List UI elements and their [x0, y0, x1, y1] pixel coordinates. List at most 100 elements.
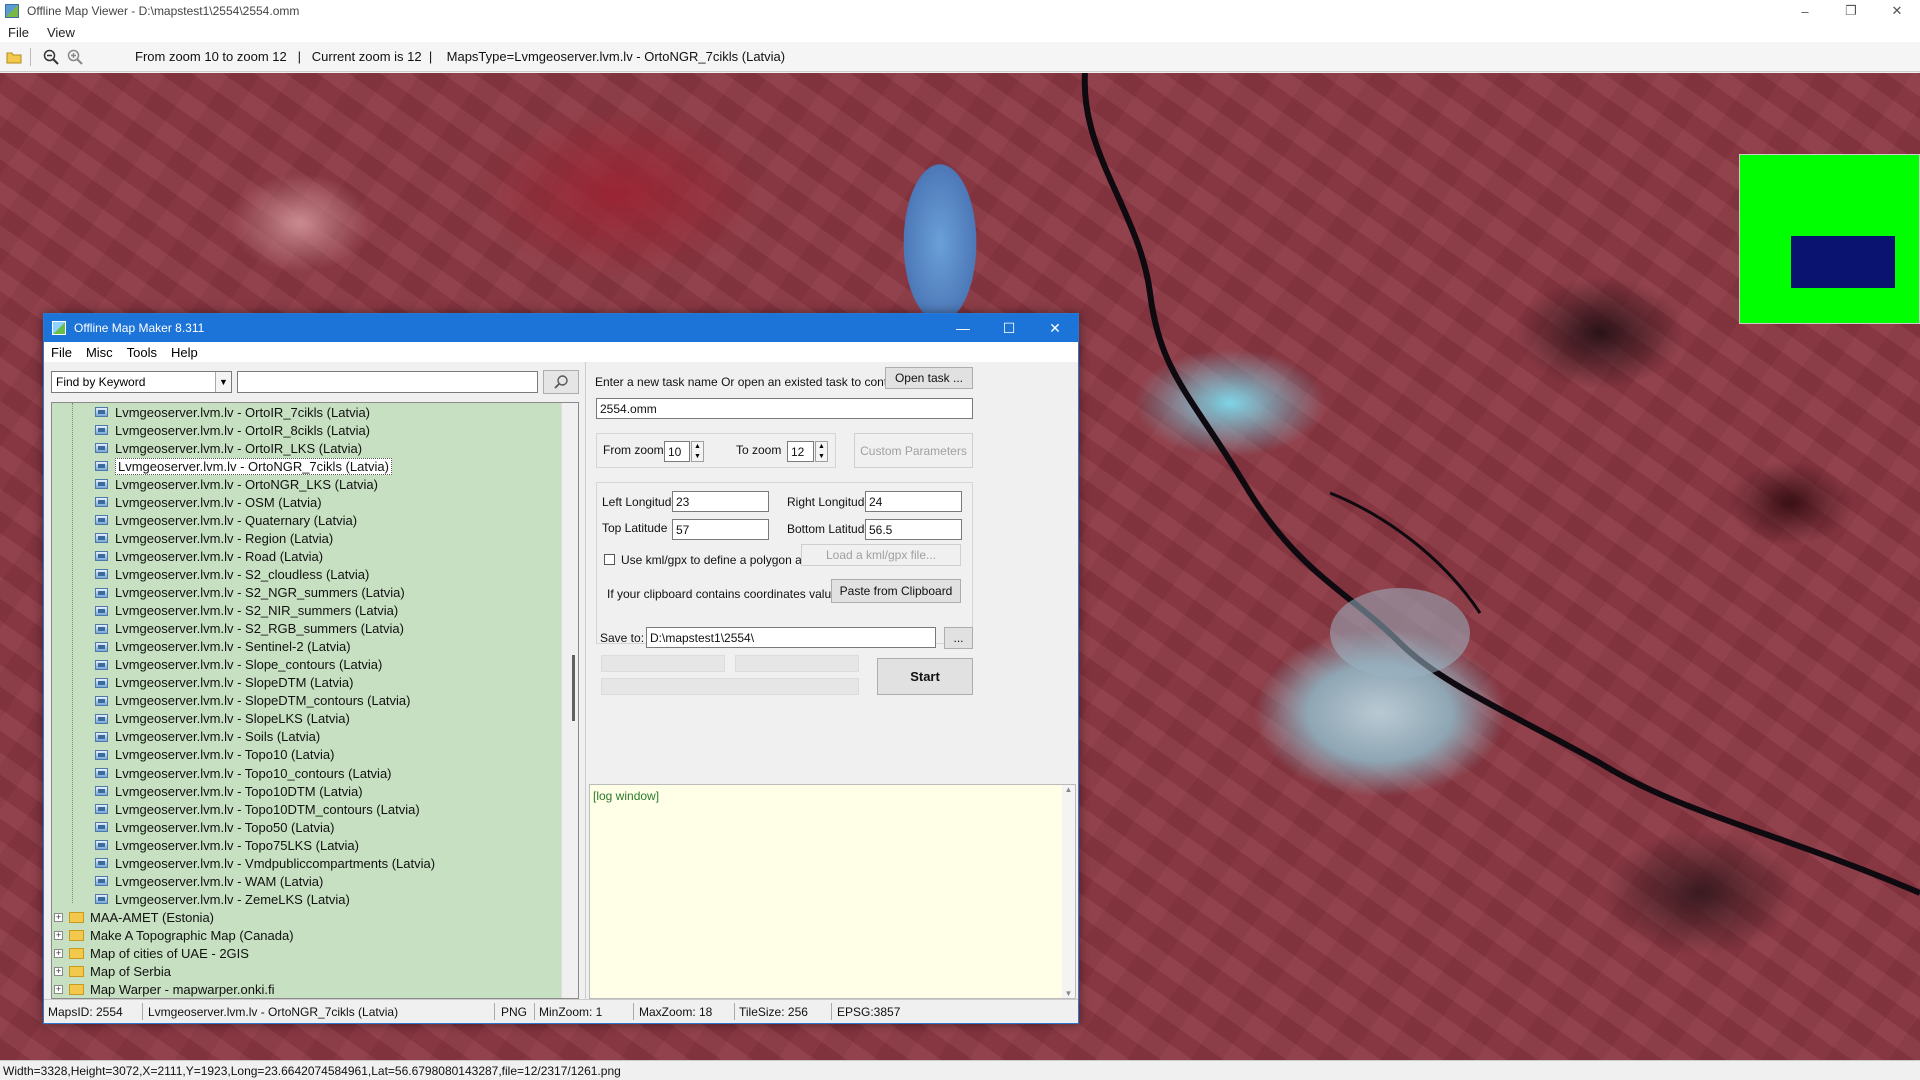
expand-icon[interactable]: +: [54, 912, 63, 922]
tree-item-map-source[interactable]: Lvmgeoserver.lvm.lv - Quaternary (Latvia…: [95, 511, 357, 529]
map-layer-icon: [95, 840, 108, 851]
tree-item-map-source[interactable]: Lvmgeoserver.lvm.lv - S2_NIR_summers (La…: [95, 602, 398, 620]
search-button[interactable]: [543, 370, 579, 394]
tree-item-map-source[interactable]: Lvmgeoserver.lvm.lv - Region (Latvia): [95, 529, 333, 547]
open-folder-icon[interactable]: [4, 47, 24, 67]
top-latitude-input[interactable]: 57: [672, 519, 769, 540]
tree-item-map-source[interactable]: Lvmgeoserver.lvm.lv - OSM (Latvia): [95, 493, 322, 511]
menu-file[interactable]: File: [8, 25, 29, 40]
task-name-input[interactable]: 2554.omm: [596, 398, 973, 419]
expand-icon[interactable]: +: [54, 985, 63, 995]
tree-item-map-source[interactable]: Lvmgeoserver.lvm.lv - OrtoNGR_LKS (Latvi…: [95, 475, 378, 493]
tree-item-map-source[interactable]: Lvmgeoserver.lvm.lv - Topo10DTM (Latvia): [95, 782, 363, 800]
minimap[interactable]: [1739, 154, 1920, 324]
dialog-minimize-button[interactable]: —: [940, 314, 986, 342]
map-layer-icon: [95, 425, 108, 436]
tree-item-map-source[interactable]: Lvmgeoserver.lvm.lv - SlopeDTM_contours …: [95, 692, 411, 710]
tree-item-map-source[interactable]: Lvmgeoserver.lvm.lv - SlopeDTM (Latvia): [95, 674, 353, 692]
minimap-viewport[interactable]: [1791, 236, 1895, 288]
tree-item-map-source[interactable]: Lvmgeoserver.lvm.lv - SlopeLKS (Latvia): [95, 710, 350, 728]
search-icon: [554, 375, 568, 389]
dialog-menu-misc[interactable]: Misc: [86, 345, 113, 360]
save-to-input[interactable]: D:\mapstest1\2554\: [646, 627, 936, 648]
dialog-menu-help[interactable]: Help: [171, 345, 198, 360]
from-zoom-input[interactable]: 10: [664, 441, 690, 462]
status-maps-id: MapsID: 2554: [48, 1005, 123, 1019]
browse-button[interactable]: ...: [944, 627, 973, 649]
tree-item-map-source[interactable]: Lvmgeoserver.lvm.lv - Topo10_contours (L…: [95, 764, 392, 782]
keyword-search-input[interactable]: [237, 371, 538, 393]
zoom-in-icon[interactable]: [65, 47, 85, 67]
tree-item-map-source[interactable]: Lvmgeoserver.lvm.lv - Road (Latvia): [95, 547, 323, 565]
tree-item-map-source[interactable]: Lvmgeoserver.lvm.lv - Vmdpubliccompartme…: [95, 854, 435, 872]
map-layer-icon: [95, 461, 108, 472]
custom-parameters-button[interactable]: Custom Parameters: [854, 433, 973, 468]
log-window[interactable]: [log window] ▲ ▼: [589, 784, 1076, 999]
tree-item-map-source[interactable]: Lvmgeoserver.lvm.lv - Topo10 (Latvia): [95, 746, 334, 764]
expand-icon[interactable]: +: [54, 967, 63, 977]
to-zoom-stepper[interactable]: ▲ ▼: [815, 441, 828, 462]
tree-item-map-source[interactable]: Lvmgeoserver.lvm.lv - S2_NGR_summers (La…: [95, 584, 405, 602]
left-longitude-input[interactable]: 23: [672, 491, 769, 512]
tree-item-map-source[interactable]: Lvmgeoserver.lvm.lv - Slope_contours (La…: [95, 656, 382, 674]
tree-item-map-source[interactable]: Lvmgeoserver.lvm.lv - Topo75LKS (Latvia): [95, 836, 359, 854]
tree-folder[interactable]: + Map Warper - mapwarper.onki.fi: [54, 981, 274, 998]
find-mode-select[interactable]: Find by Keyword ▼: [51, 371, 232, 393]
map-layer-icon: [95, 479, 108, 490]
dialog-maximize-button[interactable]: ☐: [986, 314, 1032, 342]
kml-checkbox[interactable]: [604, 554, 615, 565]
expand-icon[interactable]: +: [54, 930, 63, 940]
folder-icon: [69, 984, 84, 996]
tree-item-label: Lvmgeoserver.lvm.lv - Topo75LKS (Latvia): [115, 837, 359, 853]
dialog-menu-file[interactable]: File: [51, 345, 72, 360]
dialog-menubar: File Misc Tools Help: [44, 342, 1078, 362]
zoom-out-icon[interactable]: [41, 47, 61, 67]
tree-folder[interactable]: + Map of cities of UAE - 2GIS: [54, 945, 249, 963]
map-layer-icon: [95, 876, 108, 887]
tree-item-label: Lvmgeoserver.lvm.lv - Sentinel-2 (Latvia…: [115, 639, 351, 655]
folder-icon: [69, 911, 84, 923]
map-maker-dialog: Offline Map Maker 8.311 — ☐ ✕ File Misc …: [43, 313, 1079, 1024]
dialog-menu-tools[interactable]: Tools: [127, 345, 157, 360]
right-longitude-input[interactable]: 24: [865, 491, 962, 512]
chevron-down-icon[interactable]: ▼: [215, 372, 231, 392]
tree-folder-label: Make A Topographic Map (Canada): [90, 927, 294, 943]
tree-item-map-source[interactable]: Lvmgeoserver.lvm.lv - OrtoNGR_7cikls (La…: [95, 457, 392, 475]
open-task-button[interactable]: Open task ...: [885, 367, 973, 389]
map-layer-icon: [95, 858, 108, 869]
tree-item-map-source[interactable]: Lvmgeoserver.lvm.lv - S2_cloudless (Latv…: [95, 565, 369, 583]
tree-item-label: Lvmgeoserver.lvm.lv - SlopeLKS (Latvia): [115, 711, 350, 727]
dialog-titlebar[interactable]: Offline Map Maker 8.311 — ☐ ✕: [44, 314, 1078, 342]
tree-item-map-source[interactable]: Lvmgeoserver.lvm.lv - Topo50 (Latvia): [95, 818, 334, 836]
close-button[interactable]: ✕: [1874, 0, 1920, 22]
log-scrollbar[interactable]: ▲ ▼: [1062, 785, 1075, 998]
maximize-button[interactable]: ❐: [1828, 0, 1874, 22]
minimize-button[interactable]: –: [1782, 0, 1828, 22]
map-source-tree[interactable]: Lvmgeoserver.lvm.lv - OrtoIR_7cikls (Lat…: [51, 402, 579, 999]
tree-item-map-source[interactable]: Lvmgeoserver.lvm.lv - OrtoIR_7cikls (Lat…: [95, 403, 370, 421]
tree-scrollbar-thumb[interactable]: [572, 655, 575, 721]
paste-clipboard-button[interactable]: Paste from Clipboard: [831, 579, 961, 603]
menu-view[interactable]: View: [47, 25, 75, 40]
tree-item-map-source[interactable]: Lvmgeoserver.lvm.lv - S2_RGB_summers (La…: [95, 620, 404, 638]
dialog-close-button[interactable]: ✕: [1032, 314, 1078, 342]
map-layer-icon: [95, 623, 108, 634]
tree-item-map-source[interactable]: Lvmgeoserver.lvm.lv - OrtoIR_8cikls (Lat…: [95, 421, 370, 439]
load-kml-button[interactable]: Load a kml/gpx file...: [801, 544, 961, 566]
tree-item-map-source[interactable]: Lvmgeoserver.lvm.lv - WAM (Latvia): [95, 872, 323, 890]
to-zoom-input[interactable]: 12: [787, 441, 814, 462]
tree-item-map-source[interactable]: Lvmgeoserver.lvm.lv - Topo10DTM_contours…: [95, 800, 420, 818]
expand-icon[interactable]: +: [54, 949, 63, 958]
tree-folder[interactable]: + Make A Topographic Map (Canada): [54, 926, 294, 944]
start-button[interactable]: Start: [877, 658, 973, 695]
tree-item-label: Lvmgeoserver.lvm.lv - Vmdpubliccompartme…: [115, 855, 436, 871]
tree-folder[interactable]: + MAA-AMET (Estonia): [54, 908, 214, 926]
tree-scrollbar[interactable]: [561, 403, 578, 998]
tree-item-map-source[interactable]: Lvmgeoserver.lvm.lv - ZemeLKS (Latvia): [95, 890, 350, 908]
bottom-latitude-input[interactable]: 56.5: [865, 519, 962, 540]
tree-item-map-source[interactable]: Lvmgeoserver.lvm.lv - OrtoIR_LKS (Latvia…: [95, 439, 362, 457]
tree-folder[interactable]: + Map of Serbia: [54, 963, 171, 981]
tree-item-map-source[interactable]: Lvmgeoserver.lvm.lv - Sentinel-2 (Latvia…: [95, 638, 351, 656]
tree-item-map-source[interactable]: Lvmgeoserver.lvm.lv - Soils (Latvia): [95, 728, 320, 746]
from-zoom-stepper[interactable]: ▲ ▼: [691, 441, 704, 462]
